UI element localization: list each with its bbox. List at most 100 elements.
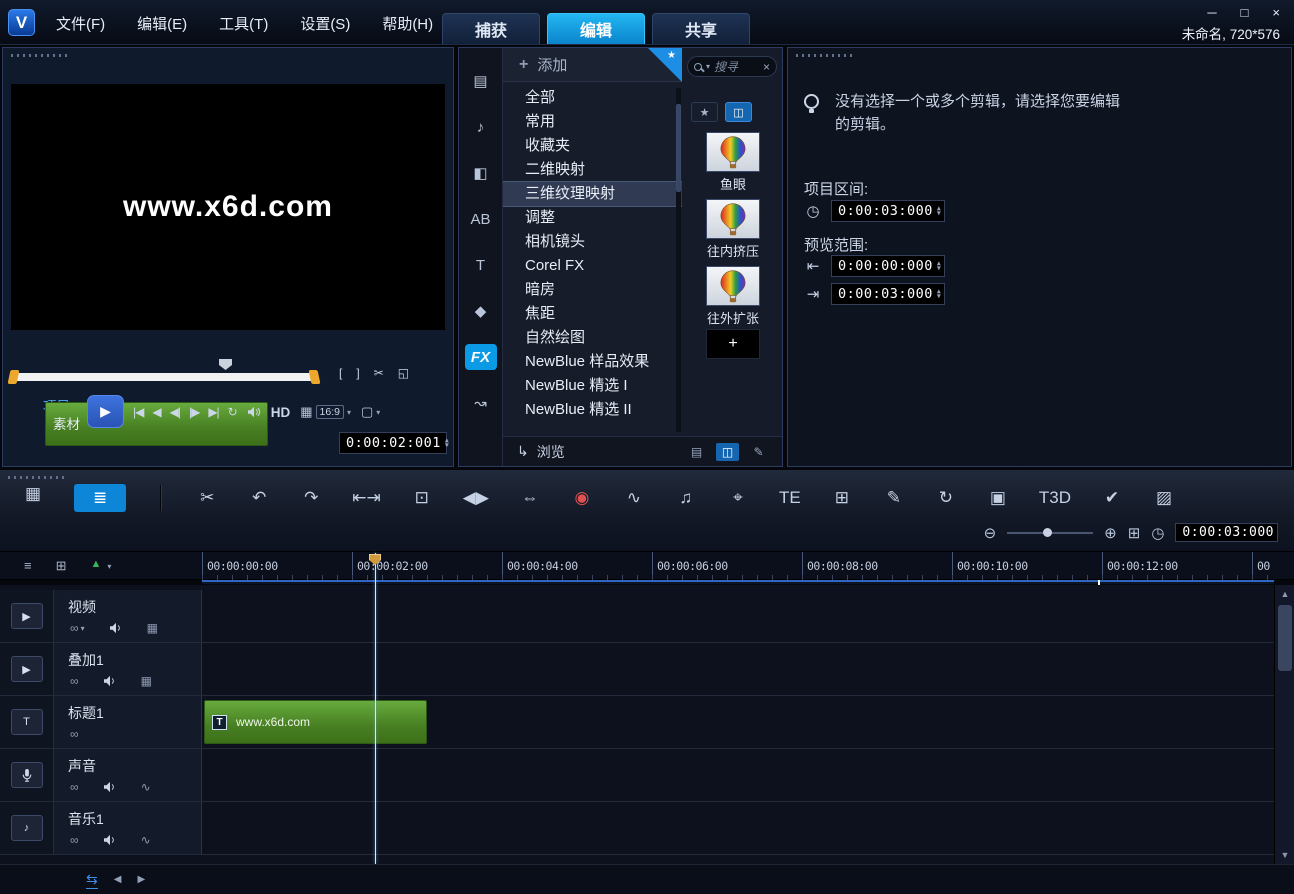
edit-info-icon[interactable]: ✎: [747, 443, 770, 461]
effect-item[interactable]: 往外扩张: [706, 266, 760, 327]
deform-tool-button[interactable]: ↻: [935, 488, 957, 508]
library-category[interactable]: 暗房: [503, 278, 682, 302]
clock-icon[interactable]: ◷: [1151, 524, 1164, 542]
library-category[interactable]: NewBlue 样品效果: [503, 350, 682, 374]
fade-toggle[interactable]: ∿: [141, 833, 151, 847]
title3d-button[interactable]: T3D: [1039, 488, 1071, 508]
hd-toggle[interactable]: HD: [271, 405, 291, 420]
enlarge-preview-icon[interactable]: ◱: [398, 366, 408, 380]
motion-tracking-button[interactable]: ⌖: [727, 488, 749, 508]
split-clip-icon[interactable]: ✂: [374, 366, 383, 380]
track-content[interactable]: [202, 643, 1274, 695]
library-category[interactable]: NewBlue 精选 II: [503, 398, 682, 422]
scroll-left-arrow[interactable]: ◀: [114, 874, 122, 885]
audio-library-icon[interactable]: ♪: [465, 114, 497, 140]
menu-item[interactable]: 帮助(H): [382, 13, 433, 34]
painting-creator-button[interactable]: ✎: [883, 488, 905, 508]
overlay-track-icon[interactable]: ▶: [0, 643, 54, 695]
track-content[interactable]: [202, 590, 1274, 642]
playhead-line[interactable]: [375, 553, 376, 864]
slider-knob[interactable]: [1043, 528, 1052, 537]
panel-grip[interactable]: [796, 54, 854, 57]
media-library-icon[interactable]: ▤: [465, 68, 497, 94]
screen-capture-button[interactable]: ▣: [987, 488, 1009, 508]
library-category[interactable]: NewBlue 精选 I: [503, 374, 682, 398]
library-panel-icon[interactable]: ▤: [685, 443, 708, 461]
spinner-icon[interactable]: [937, 206, 941, 216]
track-content[interactable]: [202, 802, 1274, 854]
sound-mixer-button[interactable]: ∿: [623, 488, 645, 508]
scroll-right-arrow[interactable]: ▶: [137, 874, 145, 885]
menu-item[interactable]: 编辑(E): [137, 13, 187, 34]
split-screen-button[interactable]: ⊞: [831, 488, 853, 508]
library-category[interactable]: 自然绘图: [503, 326, 682, 350]
go-start-button[interactable]: |◀: [133, 405, 143, 419]
spinner-icon[interactable]: [937, 289, 941, 299]
repeat-button[interactable]: ↻: [228, 405, 237, 419]
redo-button[interactable]: ↷: [300, 488, 322, 508]
menu-item[interactable]: 设置(S): [300, 13, 350, 34]
aspect-ratio-button[interactable]: ▦ 16:9 ▾: [300, 404, 351, 420]
filter-library-icon[interactable]: FX: [465, 344, 497, 370]
library-category[interactable]: 相机镜头: [503, 230, 682, 254]
tab-edit[interactable]: 编辑: [547, 13, 645, 44]
chevron-down-icon[interactable]: ▾: [107, 562, 111, 571]
undo-button[interactable]: ↶: [248, 488, 270, 508]
grid-lines-button[interactable]: ▢ ▾: [361, 404, 380, 420]
track-manager-icon[interactable]: ≡: [24, 558, 32, 574]
next-frame-button[interactable]: |▶: [189, 405, 199, 419]
category-scrollbar[interactable]: [676, 88, 681, 432]
options-panel-icon[interactable]: ◫: [716, 443, 739, 461]
mosaic-toggle[interactable]: ▦: [147, 621, 158, 635]
tab-share[interactable]: 共享: [652, 13, 750, 44]
timeline-vscrollbar[interactable]: ▲ ▼: [1274, 585, 1294, 864]
play-button[interactable]: ▶: [87, 395, 124, 428]
menu-item[interactable]: 文件(F): [56, 13, 105, 34]
auto-music-button[interactable]: ♫: [675, 488, 697, 508]
fade-toggle[interactable]: ∿: [141, 780, 151, 794]
title-clip[interactable]: T www.x6d.com: [204, 700, 427, 744]
graphic-library-icon[interactable]: ◆: [465, 298, 497, 324]
smart-filter-button[interactable]: ★: [691, 102, 718, 122]
library-category[interactable]: 收藏夹: [503, 134, 682, 158]
trim-end-handle[interactable]: [309, 370, 321, 384]
transition-library-icon[interactable]: ◧: [465, 160, 497, 186]
range-end-field[interactable]: 0:00:03:000: [831, 283, 945, 305]
panel-grip[interactable]: [8, 476, 66, 479]
spinner-icon[interactable]: [937, 261, 941, 271]
frame-grab-button[interactable]: ⊡: [411, 488, 433, 508]
add-icon[interactable]: +: [519, 56, 528, 74]
rewind-button[interactable]: ◀: [152, 405, 160, 419]
effect-item[interactable]: 往内挤压: [706, 199, 760, 260]
grid-view-button[interactable]: ◫: [725, 102, 752, 122]
effect-item[interactable]: 鱼眼: [706, 132, 760, 193]
mosaic-toggle[interactable]: ▦: [141, 674, 152, 688]
project-duration-field[interactable]: 0:00:03:000: [831, 200, 945, 222]
video-track-icon[interactable]: ▶: [0, 590, 54, 642]
library-category[interactable]: Corel FX: [503, 254, 682, 278]
go-end-button[interactable]: ▶|: [208, 405, 218, 419]
library-category[interactable]: 二维映射: [503, 158, 682, 182]
zoom-in-button[interactable]: ⊕: [1104, 524, 1117, 542]
effect-thumbnail[interactable]: [706, 199, 760, 239]
motion-path-icon[interactable]: ↝: [465, 390, 497, 416]
menu-item[interactable]: 工具(T): [219, 13, 268, 34]
timeline-ruler[interactable]: 00:00:00:0000:00:02:0000:00:04:0000:00:0…: [202, 552, 1274, 580]
title-track-icon[interactable]: T: [0, 696, 54, 748]
scrubber-position-marker[interactable]: [219, 359, 232, 370]
mute-toggle[interactable]: [103, 834, 117, 846]
effect-thumbnail[interactable]: [706, 266, 760, 306]
ab-transition-icon[interactable]: AB: [465, 206, 497, 232]
mute-toggle[interactable]: [109, 622, 123, 634]
track-content[interactable]: [202, 749, 1274, 801]
browse-button[interactable]: ↳ 浏览: [517, 442, 565, 462]
library-category[interactable]: 常用: [503, 110, 682, 134]
link-toggle[interactable]: ∞: [70, 833, 79, 847]
multi-trim-button[interactable]: ✂: [196, 488, 218, 508]
timeline-view-button[interactable]: ≣: [74, 484, 126, 512]
auto-scroll-icon[interactable]: ⇆: [86, 871, 98, 889]
storyboard-view-button[interactable]: ▦: [22, 484, 44, 512]
scroll-down-arrow[interactable]: ▼: [1275, 846, 1294, 864]
scrollbar-thumb[interactable]: [676, 104, 681, 192]
trim-bar[interactable]: [13, 373, 315, 381]
